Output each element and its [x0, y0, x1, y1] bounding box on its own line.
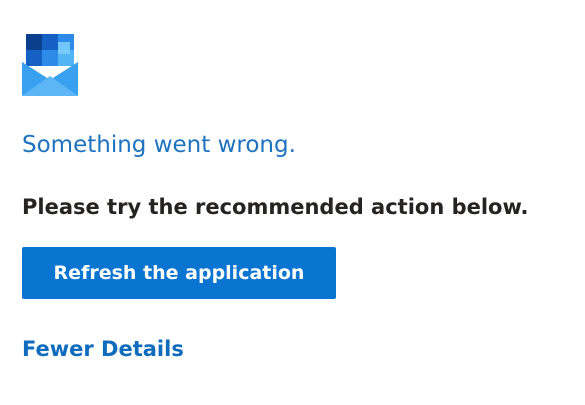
instruction-text: Please try the recommended action below. — [22, 195, 529, 219]
error-title: Something went wrong. — [22, 132, 296, 158]
error-panel: Something went wrong. Please try the rec… — [22, 32, 567, 363]
outlook-envelope-icon — [22, 34, 78, 96]
fewer-details-link[interactable]: Fewer Details — [22, 335, 184, 363]
refresh-application-button[interactable]: Refresh the application — [22, 247, 336, 299]
